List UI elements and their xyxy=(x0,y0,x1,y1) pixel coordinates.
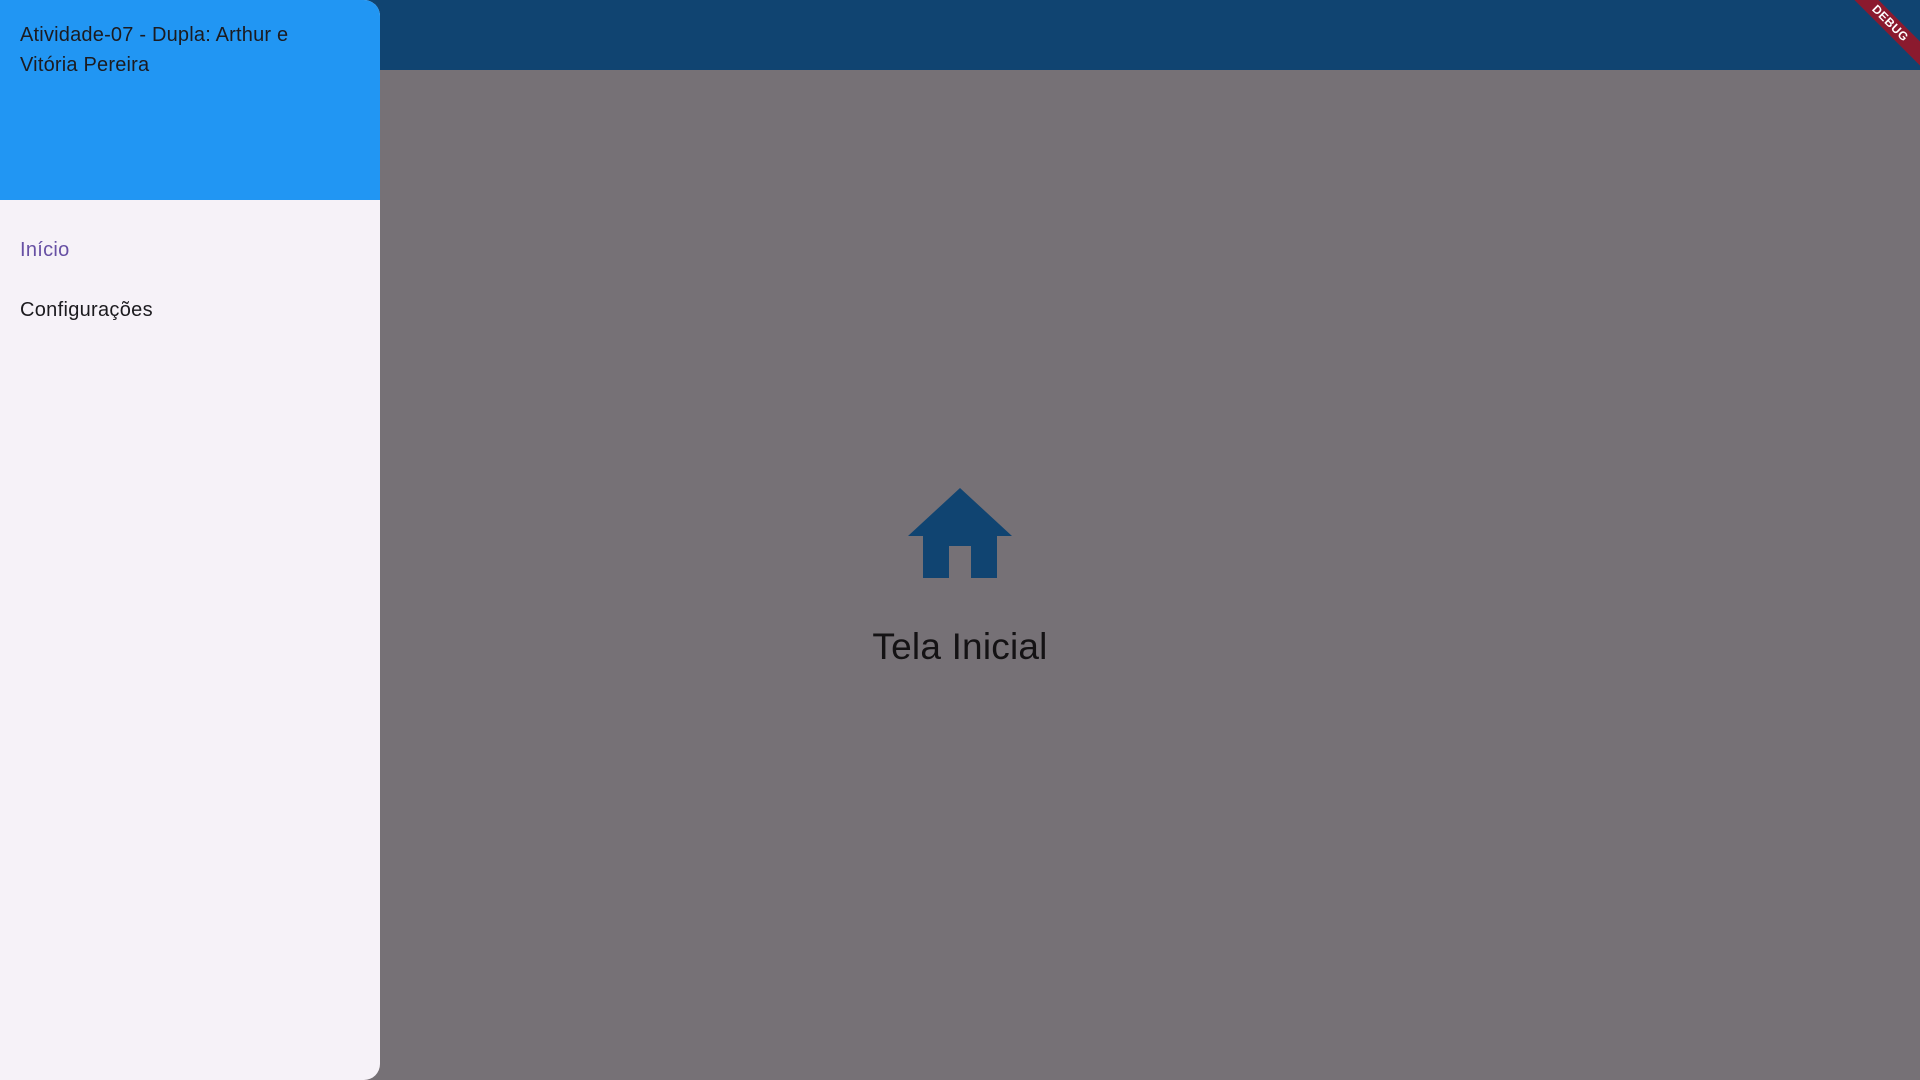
navigation-drawer: Atividade-07 - Dupla: Arthur e Vitória P… xyxy=(0,0,380,1080)
debug-banner: DEBUG xyxy=(1840,0,1920,80)
drawer-header: Atividade-07 - Dupla: Arthur e Vitória P… xyxy=(0,0,380,200)
home-icon xyxy=(908,488,1012,578)
debug-ribbon-label: DEBUG xyxy=(1841,0,1920,72)
drawer-list: Início Configurações xyxy=(0,200,380,340)
drawer-header-title: Atividade-07 - Dupla: Arthur e Vitória P… xyxy=(20,24,289,76)
page-title: Tela Inicial xyxy=(872,626,1048,667)
app-window: Tela Inicial Atividade-07 - Dupla: Arthu… xyxy=(0,0,1920,1080)
drawer-item-configuracoes[interactable]: Configurações xyxy=(0,280,380,340)
drawer-item-inicio[interactable]: Início xyxy=(0,220,380,280)
main-content[interactable]: Tela Inicial xyxy=(380,70,1920,1080)
